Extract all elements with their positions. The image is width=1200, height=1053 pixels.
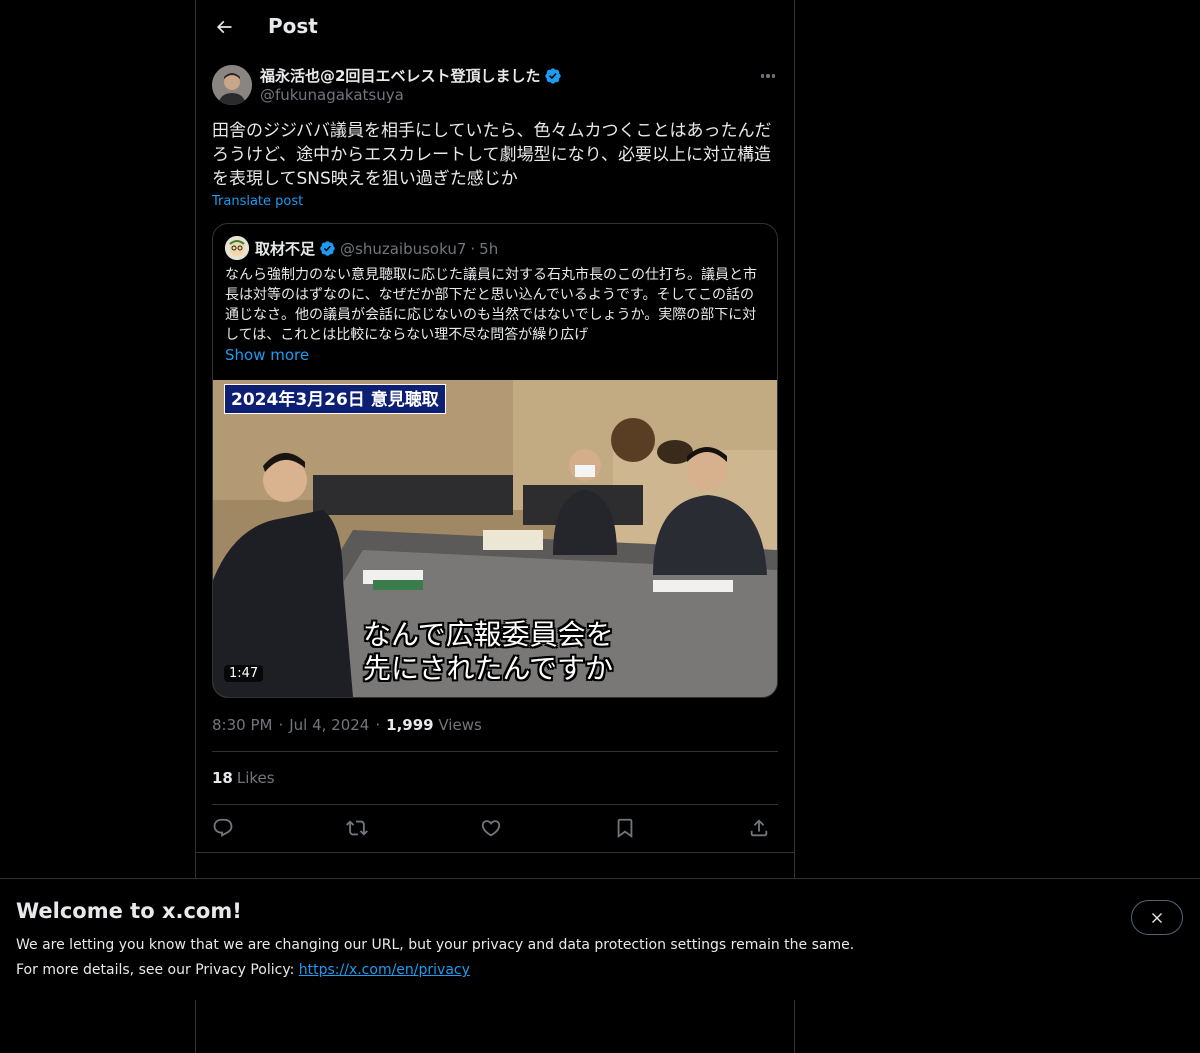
post-metadata: 8:30 PM · Jul 4, 2024 · 1,999 Views (212, 716, 482, 734)
divider (196, 852, 794, 853)
quote-timestamp[interactable]: 5h (479, 240, 498, 258)
video-date-caption: 2024年3月26日 意見聴取 (224, 384, 446, 414)
translate-post-link[interactable]: Translate post (212, 194, 303, 209)
post-time[interactable]: 8:30 PM (212, 716, 272, 734)
banner-message: We are letting you know that we are chan… (16, 937, 855, 953)
banner-details-text: For more details, see our Privacy Policy… (16, 962, 299, 978)
close-icon (1152, 912, 1162, 923)
show-more-link[interactable]: Show more (225, 346, 309, 364)
retweet-button[interactable] (343, 814, 371, 842)
verified-badge-icon (545, 67, 562, 84)
author-avatar[interactable] (212, 65, 252, 105)
separator-dot: · (470, 239, 476, 258)
divider (212, 804, 778, 805)
likes-label: Likes (236, 769, 275, 787)
likes-count: 18 (212, 769, 233, 787)
bookmark-button[interactable] (611, 814, 639, 842)
page-title: Post (268, 14, 318, 38)
like-button[interactable] (477, 814, 505, 842)
like-icon (481, 820, 501, 837)
post-date[interactable]: Jul 4, 2024 (289, 716, 369, 734)
post-header: Post (196, 0, 794, 54)
quote-video[interactable]: 2024年3月26日 意見聴取 なんで広報委員会を 先にされたんですか 1:47 (213, 380, 777, 697)
quote-header: 取材不足 @shuzaibusoku7 · 5h (255, 238, 498, 259)
more-options-button[interactable] (756, 66, 780, 86)
verified-badge-icon (320, 241, 335, 256)
separator-dot: · (278, 716, 284, 734)
bookmark-icon (617, 818, 633, 839)
video-subtitle: なんで広報委員会を 先にされたんですか (363, 618, 614, 686)
author-name-row[interactable]: 福永活也@2回目エベレスト登頂しました (260, 65, 562, 86)
banner-details: For more details, see our Privacy Policy… (16, 962, 470, 978)
views-count: 1,999 (386, 716, 434, 734)
quote-text: なんら強制力のない意見聴取に応じた議員に対する石丸市長のこの仕打ち。議員と市長は… (225, 267, 757, 343)
author-name[interactable]: 福永活也@2回目エベレスト登頂しました (260, 65, 540, 86)
share-icon (750, 819, 768, 837)
quoted-post[interactable]: 取材不足 @shuzaibusoku7 · 5h なんら強制力のない意見聴取に応… (212, 223, 778, 698)
quote-avatar[interactable] (225, 236, 249, 260)
quote-author-name[interactable]: 取材不足 (255, 238, 315, 259)
subtitle-line: 先にされたんですか (363, 652, 614, 685)
quote-author-handle[interactable]: @shuzaibusoku7 (340, 240, 466, 258)
back-arrow-icon (216, 20, 232, 34)
share-button[interactable] (745, 814, 773, 842)
reply-icon (213, 818, 233, 837)
author-handle[interactable]: @fukunagakatsuya (260, 86, 404, 104)
privacy-policy-link[interactable]: https://x.com/en/privacy (299, 962, 470, 978)
back-button[interactable] (208, 11, 240, 43)
separator-dot: · (375, 716, 381, 734)
views-label: Views (438, 716, 482, 734)
banner-title: Welcome to x.com! (16, 899, 242, 923)
reply-button[interactable] (209, 814, 237, 842)
subtitle-line: なんで広報委員会を (363, 618, 614, 651)
divider (212, 751, 778, 752)
more-icon (760, 74, 765, 78)
video-duration: 1:47 (224, 665, 264, 682)
likes-stat[interactable]: 18 Likes (212, 769, 275, 787)
post-text: 田舎のジジババ議員を相手にしていたら、色々ムカつくことはあったんだろうけど、途中… (212, 121, 772, 189)
action-bar (212, 814, 778, 842)
retweet-icon (346, 820, 368, 836)
close-banner-button[interactable] (1131, 900, 1183, 935)
welcome-banner: Welcome to x.com! We are letting you kno… (0, 878, 1200, 1000)
